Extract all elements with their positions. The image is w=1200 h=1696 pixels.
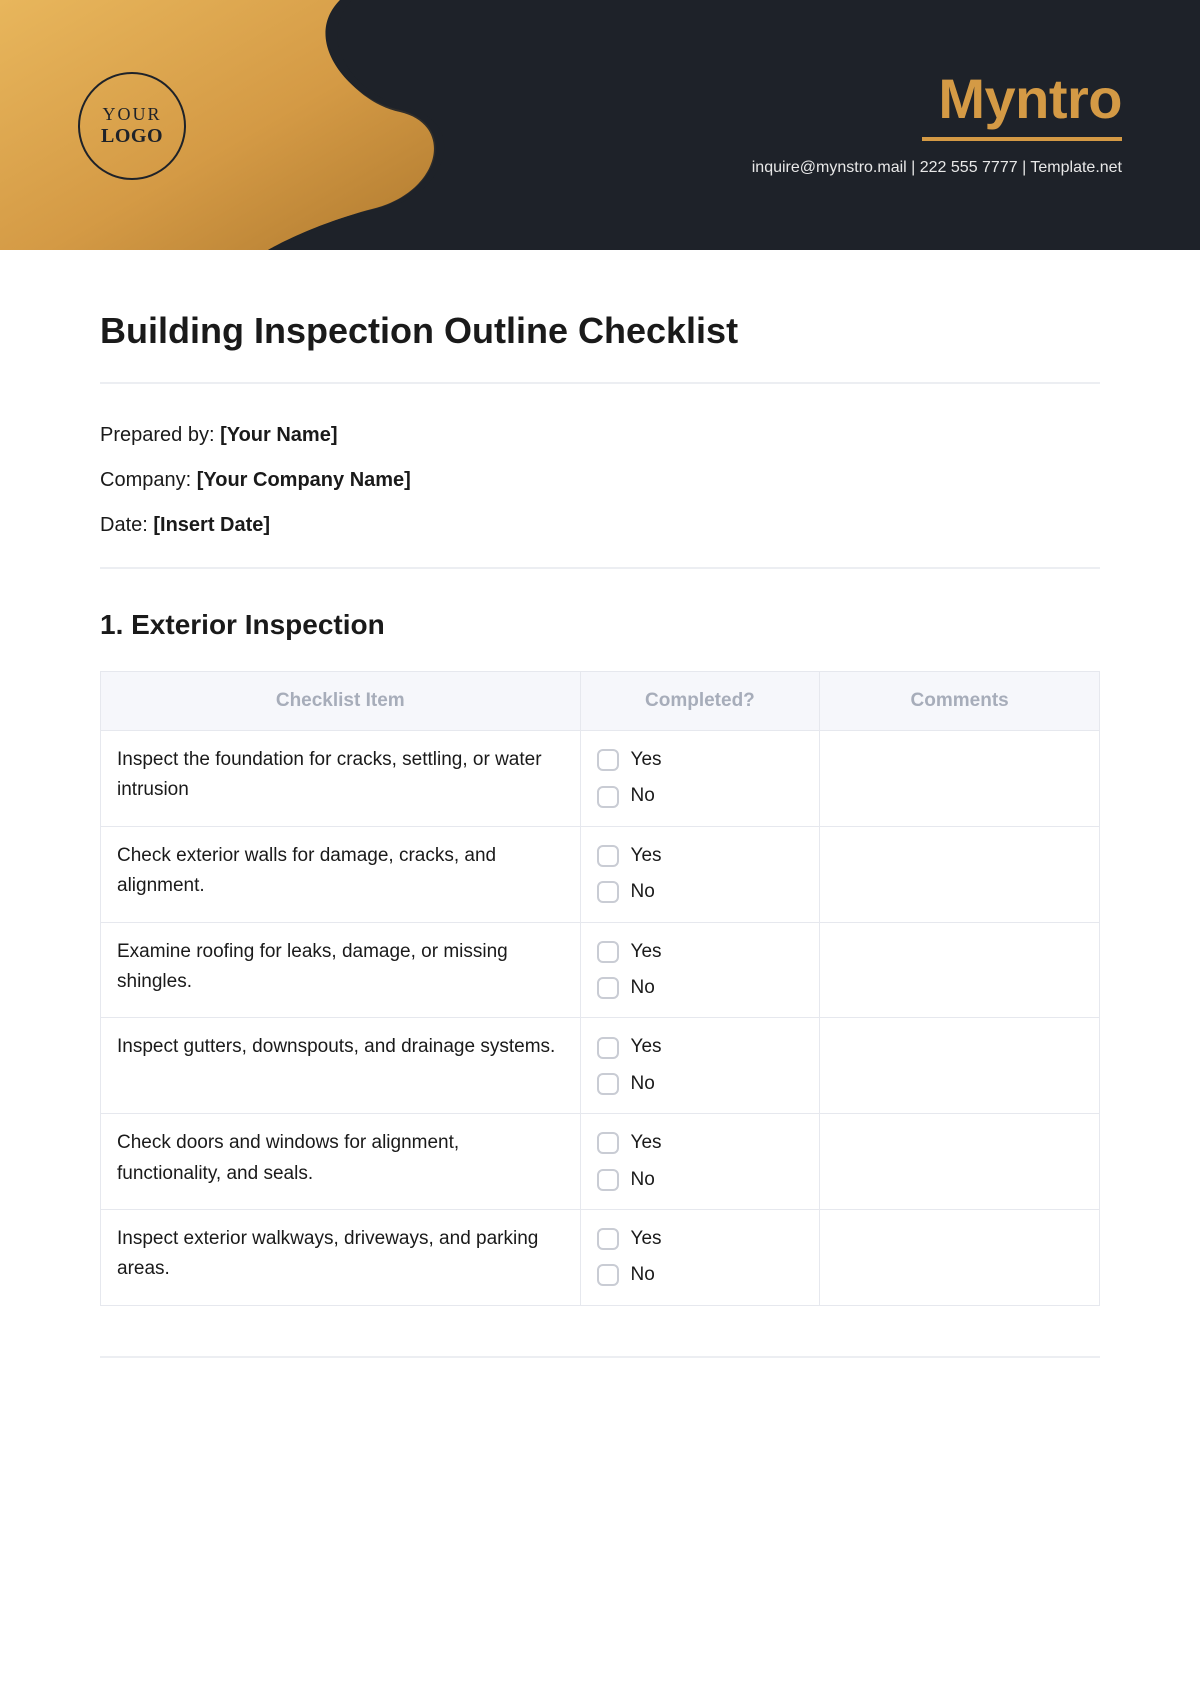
yesno-option[interactable]: No	[597, 1069, 804, 1099]
table-row: Inspect exterior walkways, driveways, an…	[101, 1209, 1100, 1305]
company-label: Company:	[100, 469, 197, 491]
checklist-completed-cell: Yes No	[580, 826, 820, 922]
col-header-comments: Comments	[820, 672, 1100, 731]
checkbox-icon[interactable]	[597, 881, 619, 903]
section-heading: 1. Exterior Inspection	[100, 609, 1100, 641]
date-label: Date:	[100, 514, 153, 536]
contact-email: inquire@mynstro.mail	[752, 159, 907, 176]
document-content: Building Inspection Outline Checklist Pr…	[0, 250, 1200, 1418]
yesno-label: No	[631, 781, 655, 811]
checkbox-icon[interactable]	[597, 786, 619, 808]
yesno-option[interactable]: Yes	[597, 1032, 804, 1062]
yesno-option[interactable]: Yes	[597, 937, 804, 967]
yesno-label: No	[631, 1165, 655, 1195]
checkbox-icon[interactable]	[597, 845, 619, 867]
yesno-label: No	[631, 1260, 655, 1290]
checklist-completed-cell: Yes No	[580, 922, 820, 1018]
contact-phone: 222 555 7777	[920, 159, 1018, 176]
yesno-label: Yes	[631, 841, 662, 871]
checkbox-icon[interactable]	[597, 1264, 619, 1286]
checklist-item-text: Check exterior walls for damage, cracks,…	[101, 826, 581, 922]
yesno-label: Yes	[631, 937, 662, 967]
date-value: [Insert Date]	[153, 514, 270, 536]
checkbox-icon[interactable]	[597, 977, 619, 999]
checklist-item-text: Inspect gutters, downspouts, and drainag…	[101, 1018, 581, 1114]
checkbox-icon[interactable]	[597, 1073, 619, 1095]
checklist-item-text: Examine roofing for leaks, damage, or mi…	[101, 922, 581, 1018]
checklist-completed-cell: Yes No	[580, 1018, 820, 1114]
contact-separator-2: |	[1018, 159, 1031, 176]
brand-underline	[922, 137, 1122, 141]
yesno-label: No	[631, 973, 655, 1003]
checkbox-icon[interactable]	[597, 941, 619, 963]
logo-placeholder: YOUR LOGO	[78, 72, 186, 180]
title-divider	[100, 382, 1100, 384]
checkbox-icon[interactable]	[597, 1228, 619, 1250]
checkbox-icon[interactable]	[597, 1132, 619, 1154]
yesno-label: Yes	[631, 745, 662, 775]
prepared-by-value: [Your Name]	[220, 424, 337, 446]
checklist-item-text: Check doors and windows for alignment, f…	[101, 1114, 581, 1210]
page-title: Building Inspection Outline Checklist	[100, 310, 1100, 352]
table-row: Check doors and windows for alignment, f…	[101, 1114, 1100, 1210]
checkbox-icon[interactable]	[597, 1037, 619, 1059]
yesno-option[interactable]: Yes	[597, 1224, 804, 1254]
checklist-comments-cell[interactable]	[820, 1018, 1100, 1114]
checklist-comments-cell[interactable]	[820, 1114, 1100, 1210]
yesno-option[interactable]: No	[597, 1260, 804, 1290]
table-row: Inspect gutters, downspouts, and drainag…	[101, 1018, 1100, 1114]
col-header-item: Checklist Item	[101, 672, 581, 731]
yesno-label: Yes	[631, 1032, 662, 1062]
yesno-option[interactable]: No	[597, 973, 804, 1003]
checklist-completed-cell: Yes No	[580, 731, 820, 827]
yesno-option[interactable]: No	[597, 1165, 804, 1195]
yesno-label: No	[631, 1069, 655, 1099]
table-header-row: Checklist Item Completed? Comments	[101, 672, 1100, 731]
checklist-comments-cell[interactable]	[820, 922, 1100, 1018]
yesno-label: No	[631, 877, 655, 907]
logo-text-line2: LOGO	[101, 125, 163, 148]
contact-separator-1: |	[907, 159, 920, 176]
meta-prepared-by: Prepared by: [Your Name]	[100, 424, 1100, 447]
table-row: Check exterior walls for damage, cracks,…	[101, 826, 1100, 922]
checklist-completed-cell: Yes No	[580, 1209, 820, 1305]
checkbox-icon[interactable]	[597, 1169, 619, 1191]
document-header: YOUR LOGO Myntro inquire@mynstro.mail | …	[0, 0, 1200, 250]
bottom-divider	[100, 1356, 1100, 1358]
prepared-by-label: Prepared by:	[100, 424, 220, 446]
yesno-option[interactable]: Yes	[597, 745, 804, 775]
yesno-label: Yes	[631, 1224, 662, 1254]
meta-date: Date: [Insert Date]	[100, 514, 1100, 537]
contact-site: Template.net	[1030, 159, 1122, 176]
checkbox-icon[interactable]	[597, 749, 619, 771]
logo-text-line1: YOUR	[102, 104, 161, 125]
checklist-comments-cell[interactable]	[820, 731, 1100, 827]
company-value: [Your Company Name]	[197, 469, 411, 491]
yesno-option[interactable]: No	[597, 781, 804, 811]
checklist-completed-cell: Yes No	[580, 1114, 820, 1210]
yesno-option[interactable]: No	[597, 877, 804, 907]
checklist-item-text: Inspect the foundation for cracks, settl…	[101, 731, 581, 827]
brand-contact: inquire@mynstro.mail | 222 555 7777 | Te…	[752, 159, 1122, 177]
checklist-comments-cell[interactable]	[820, 826, 1100, 922]
table-row: Inspect the foundation for cracks, settl…	[101, 731, 1100, 827]
checklist-item-text: Inspect exterior walkways, driveways, an…	[101, 1209, 581, 1305]
col-header-completed: Completed?	[580, 672, 820, 731]
yesno-option[interactable]: Yes	[597, 841, 804, 871]
checklist-table: Checklist Item Completed? Comments Inspe…	[100, 671, 1100, 1306]
checklist-comments-cell[interactable]	[820, 1209, 1100, 1305]
meta-divider	[100, 567, 1100, 569]
yesno-option[interactable]: Yes	[597, 1128, 804, 1158]
brand-name: Myntro	[752, 66, 1122, 131]
yesno-label: Yes	[631, 1128, 662, 1158]
header-wave-decoration	[0, 0, 460, 250]
meta-company: Company: [Your Company Name]	[100, 469, 1100, 492]
table-row: Examine roofing for leaks, damage, or mi…	[101, 922, 1100, 1018]
brand-block: Myntro inquire@mynstro.mail | 222 555 77…	[752, 66, 1122, 177]
